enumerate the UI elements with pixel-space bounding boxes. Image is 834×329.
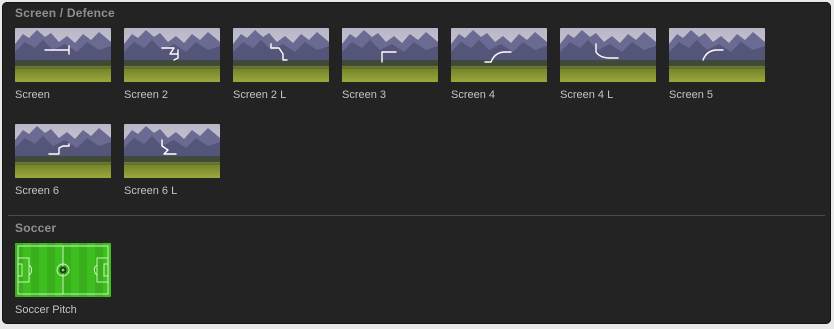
screen-3-wipe-icon — [342, 28, 438, 82]
thumbnail-label: Screen 6 L — [124, 185, 178, 197]
library-browser-panel: Screen / Defence Screen Screen 2 Screen … — [2, 2, 831, 324]
section-header-screen-defence: Screen / Defence — [15, 6, 115, 20]
thumbnail-screen-3[interactable]: Screen 3 — [342, 28, 440, 103]
thumbnail-label: Screen 3 — [342, 89, 387, 101]
section-header-soccer: Soccer — [15, 221, 57, 235]
thumbnail-label: Soccer Pitch — [15, 304, 77, 316]
screen-wipe-icon — [15, 28, 111, 82]
thumbnail-label: Screen 4 L — [560, 89, 614, 101]
thumbnail-label: Screen 5 — [669, 89, 714, 101]
thumbnail-label: Screen 4 — [451, 89, 496, 101]
thumbnail-screen-6-l[interactable]: Screen 6 L — [124, 124, 222, 199]
screen-2-l-wipe-icon — [233, 28, 329, 82]
screen-4-wipe-icon — [451, 28, 547, 82]
thumbnail-label: Screen — [15, 89, 50, 101]
screen-4-l-wipe-icon — [560, 28, 656, 82]
section-divider — [8, 215, 825, 216]
thumbnail-screen-2[interactable]: Screen 2 — [124, 28, 222, 103]
thumbnail-soccer-pitch[interactable]: Soccer Pitch — [15, 243, 113, 318]
thumbnail-screen-5[interactable]: Screen 5 — [669, 28, 767, 103]
thumbnail-screen-2-l[interactable]: Screen 2 L — [233, 28, 331, 103]
thumbnail-label: Screen 2 L — [233, 89, 287, 101]
screen-6-l-wipe-icon — [124, 124, 220, 178]
thumbnail-label: Screen 6 — [15, 185, 60, 197]
screen-6-wipe-icon — [15, 124, 111, 178]
thumbnail-screen-4[interactable]: Screen 4 — [451, 28, 549, 103]
thumbnail-screen[interactable]: Screen — [15, 28, 113, 103]
thumbnail-label: Screen 2 — [124, 89, 169, 101]
thumbnail-screen-4-l[interactable]: Screen 4 L — [560, 28, 658, 103]
thumbnail-screen-6[interactable]: Screen 6 — [15, 124, 113, 199]
screen-2-wipe-icon — [124, 28, 220, 82]
screen-5-wipe-icon — [669, 28, 765, 82]
soccer-pitch-icon — [15, 243, 111, 297]
